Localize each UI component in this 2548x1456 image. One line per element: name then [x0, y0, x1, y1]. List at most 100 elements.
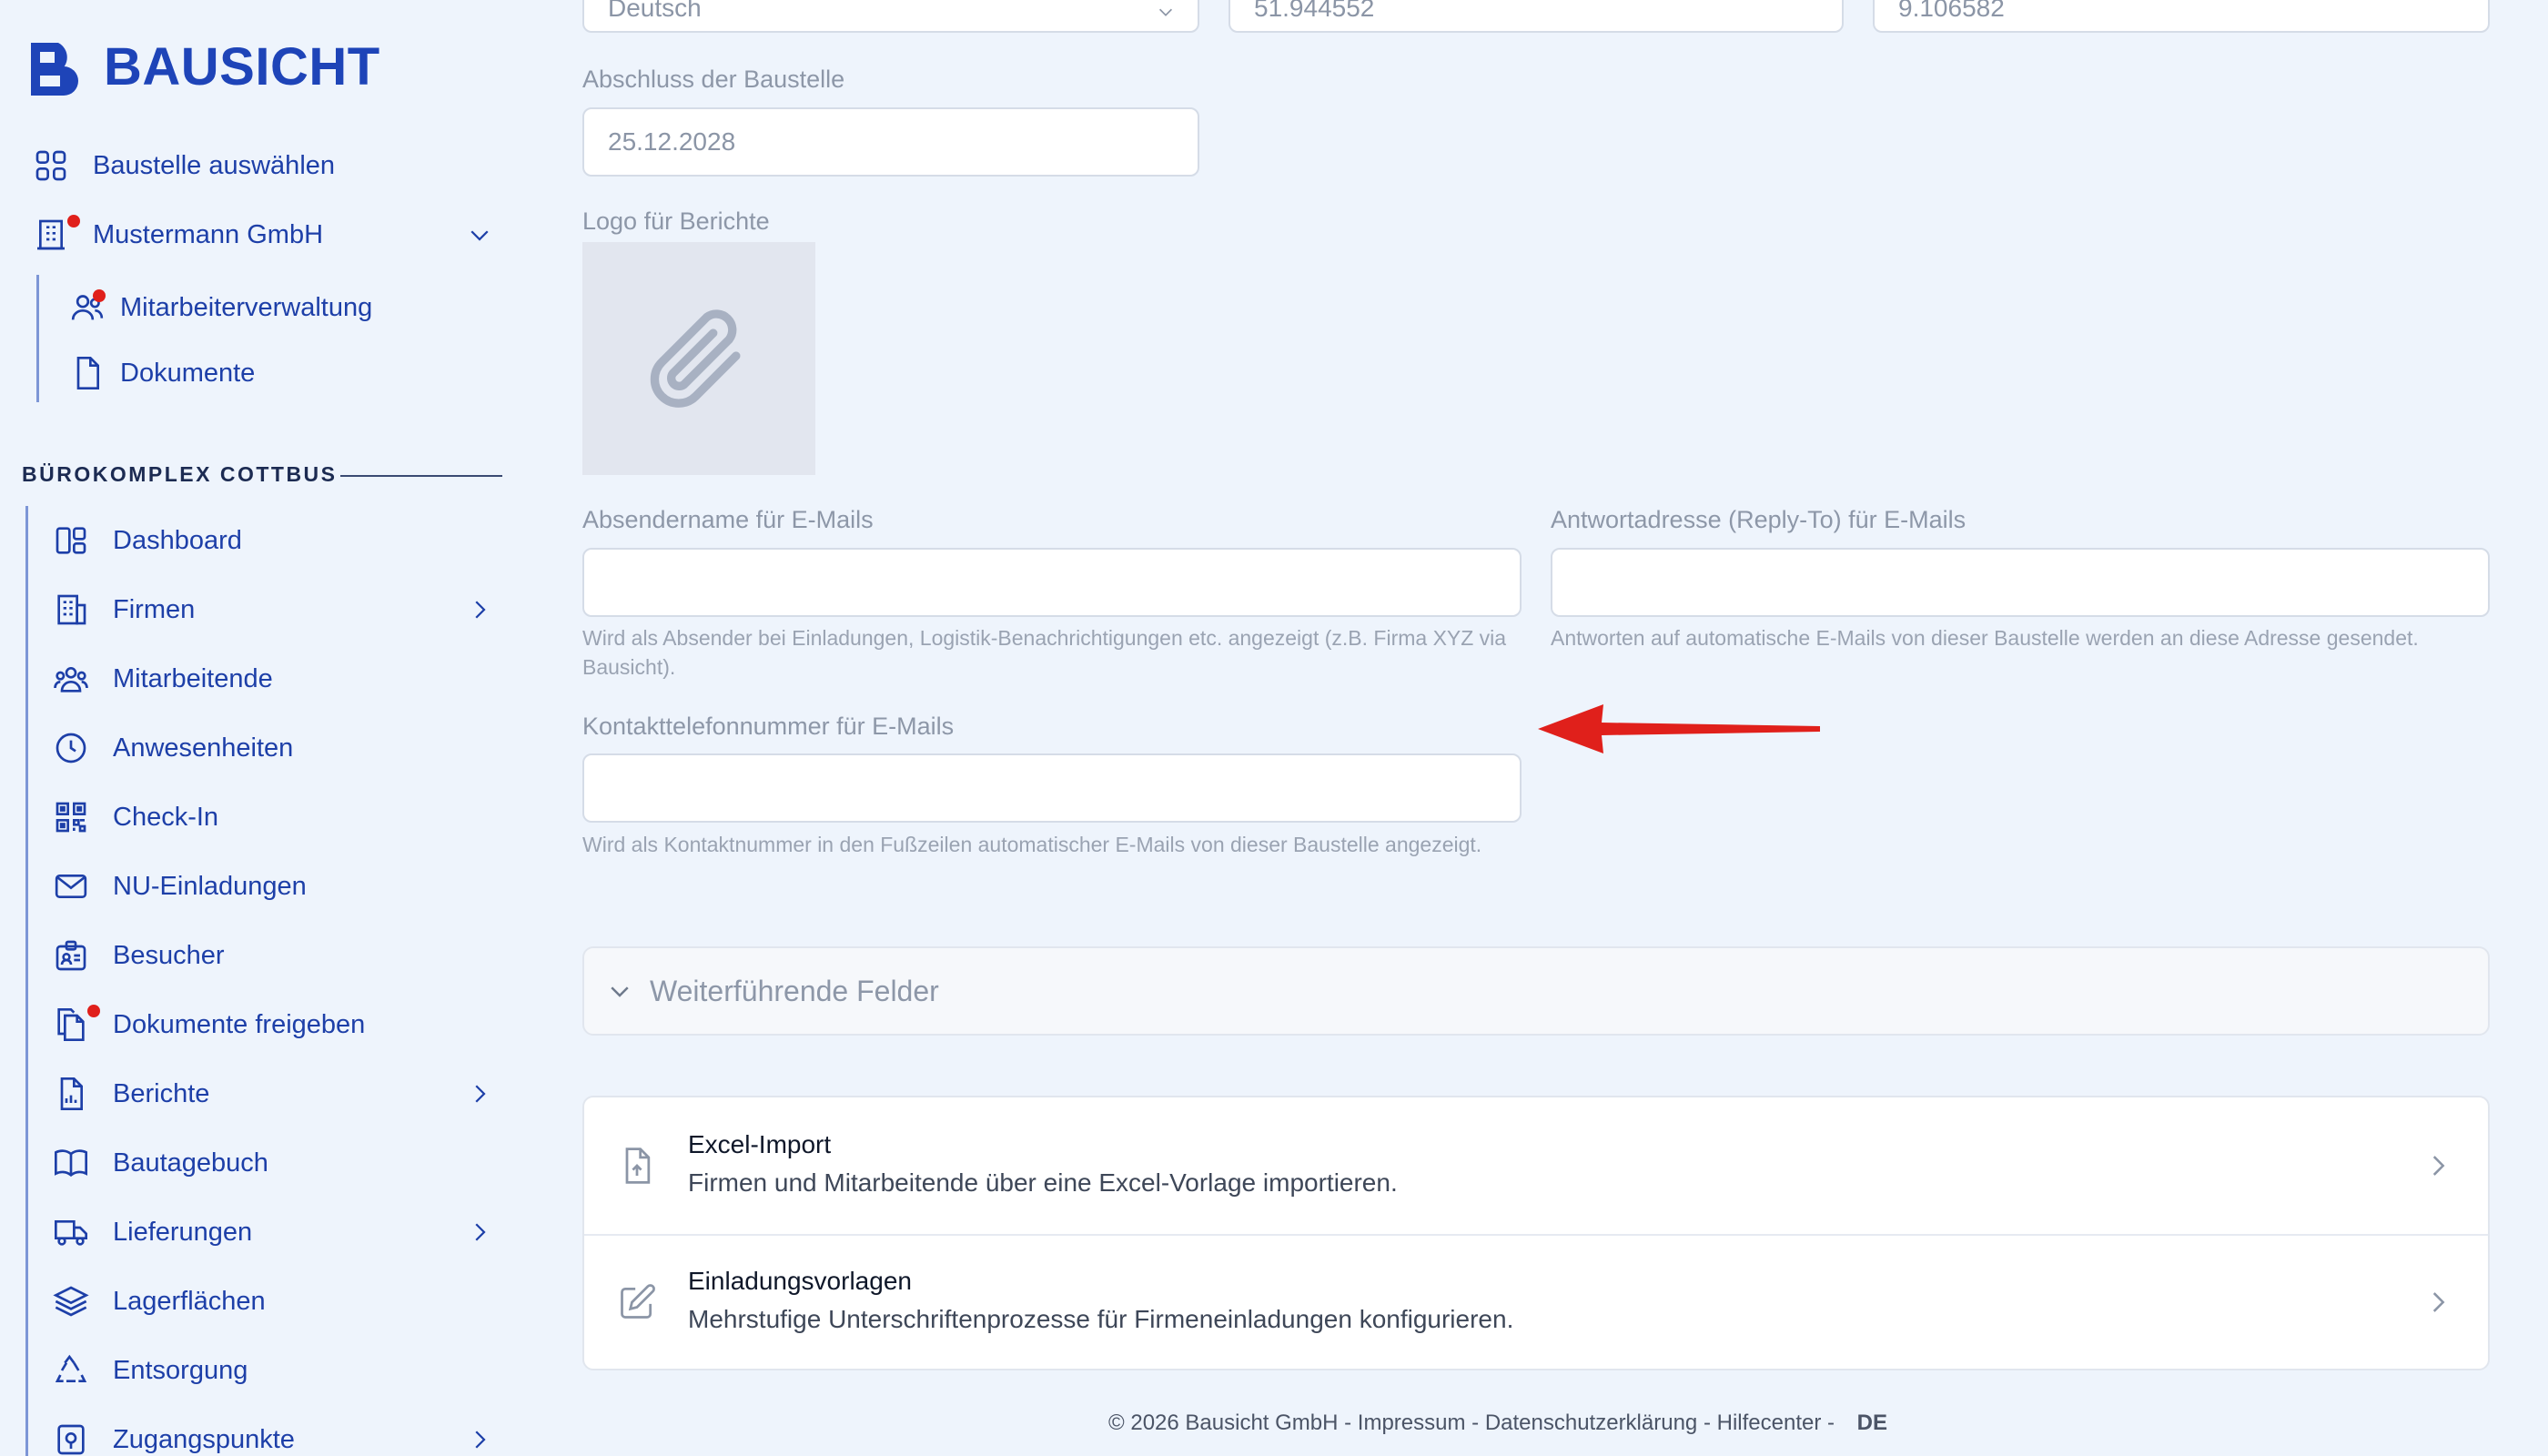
building-icon [51, 590, 91, 630]
contact-phone-label: Kontakttelefonnummer für E-Mails [582, 713, 955, 740]
sidebar-item-berichte[interactable]: Berichte [51, 1068, 209, 1119]
qr-code-icon [51, 797, 91, 837]
sidebar-item-label: Dokumente [120, 358, 256, 388]
sidebar-item-label: Besucher [113, 940, 225, 970]
reply-to-field[interactable] [1551, 548, 2490, 617]
language-select[interactable]: Deutsch [582, 0, 1199, 33]
footer-copyright: © 2026 Bausicht GmbH [1108, 1410, 1339, 1435]
reply-to-helper: Antworten auf automatische E-Mails von d… [1551, 626, 2419, 650]
dashboard-icon [51, 521, 91, 561]
sidebar-item-bautagebuch[interactable]: Bautagebuch [51, 1138, 268, 1188]
latitude-value: 51.944552 [1254, 0, 1375, 22]
completion-date-field[interactable]: 25.12.2028 [582, 107, 1199, 177]
sender-name-field[interactable] [582, 548, 1522, 617]
sidebar-item-mitarbeiterverwaltung[interactable]: Mitarbeiterverwaltung [67, 282, 372, 333]
sidebar-item-entsorgung[interactable]: Entsorgung [51, 1345, 248, 1396]
footer: © 2026 Bausicht GmbH - Impressum - Daten… [1108, 1410, 1887, 1436]
chevron-down-icon [1158, 8, 1173, 16]
document-icon [67, 353, 107, 393]
sidebar-item-firmen[interactable]: Firmen [51, 584, 195, 635]
action-subtitle: Mehrstufige Unterschriftenprozesse für F… [688, 1305, 1514, 1333]
sidebar-item-label: Mitarbeitende [113, 663, 273, 693]
contact-phone-helper: Wird als Kontaktnummer in den Fußzeilen … [582, 833, 1482, 856]
sidebar-item-zugangspunkte[interactable]: Zugangspunkte [51, 1414, 295, 1456]
sidebar-item-label: Mitarbeiterverwaltung [120, 292, 373, 322]
book-icon [51, 1143, 91, 1183]
sidebar-item-company[interactable]: Mustermann GmbH [31, 209, 323, 260]
notification-badge [67, 215, 80, 228]
sidebar-item-lieferungen[interactable]: Lieferungen [51, 1207, 252, 1258]
sidebar-item-baustelle-auswaehlen[interactable]: Baustelle auswählen [31, 140, 335, 191]
accordion-label: Weiterführende Felder [650, 974, 939, 1007]
brand-name: BAUSICHT [104, 37, 380, 96]
notification-badge [93, 289, 106, 302]
completion-label: Abschluss der Baustelle [582, 66, 845, 93]
sender-name-label: Absendername für E-Mails [582, 506, 874, 533]
chevron-right-icon[interactable] [466, 1426, 493, 1453]
sidebar-item-label: Entsorgung [113, 1355, 248, 1385]
completion-date-value: 25.12.2028 [608, 127, 736, 156]
actions-card: Excel-Import Firmen und Mitarbeitende üb… [582, 1096, 2490, 1370]
sidebar-item-label: Dashboard [113, 525, 242, 555]
chevron-right-icon [2432, 1156, 2445, 1176]
sidebar-item-dashboard[interactable]: Dashboard [51, 515, 242, 566]
invitation-templates-row[interactable]: Einladungsvorlagen Mehrstufige Unterschr… [584, 1234, 2488, 1369]
clock-icon [51, 728, 91, 768]
footer-separator: - [1821, 1410, 1841, 1435]
sidebar-item-label: Lieferungen [113, 1217, 253, 1247]
sidebar-item-nu-einladungen[interactable]: NU-Einladungen [51, 861, 307, 912]
report-logo-upload[interactable] [582, 242, 815, 475]
sidebar-item-label: Dokumente freigeben [113, 1009, 366, 1039]
chevron-right-icon[interactable] [466, 1080, 493, 1107]
truck-icon [51, 1212, 91, 1252]
footer-separator: - [1465, 1410, 1485, 1435]
brand-logo[interactable]: BAUSICHT [27, 36, 380, 97]
sidebar-item-lagerflaechen[interactable]: Lagerflächen [51, 1276, 266, 1327]
notification-badge [87, 1005, 100, 1017]
sidebar-item-label: Check-In [113, 802, 219, 832]
excel-import-row[interactable]: Excel-Import Firmen und Mitarbeitende üb… [584, 1097, 2488, 1234]
sidebar-item-label: Mustermann GmbH [93, 219, 324, 249]
footer-separator: - [1697, 1410, 1717, 1435]
users-icon [67, 288, 107, 328]
sidebar-item-label: Firmen [113, 594, 196, 624]
sidebar-item-label: Lagerflächen [113, 1286, 266, 1316]
action-subtitle: Firmen und Mitarbeitende über eine Excel… [688, 1168, 1398, 1197]
sender-name-helper: Wird als Absender bei Einladungen, Logis… [582, 626, 1507, 679]
longitude-field[interactable]: 9.106582 [1873, 0, 2490, 33]
sidebar-item-besucher[interactable]: Besucher [51, 930, 225, 981]
action-title: Excel-Import [688, 1130, 832, 1158]
sidebar: BAUSICHT Baustelle auswählen Mustermann … [0, 0, 528, 1456]
file-upload-icon [625, 1148, 651, 1184]
longitude-value: 9.106582 [1898, 0, 2005, 22]
action-title: Einladungsvorlagen [688, 1267, 912, 1295]
sidebar-item-label: Baustelle auswählen [93, 150, 336, 180]
sidebar-item-check-in[interactable]: Check-In [51, 792, 218, 843]
sidebar-item-label: Bautagebuch [113, 1148, 268, 1178]
chevron-down-icon[interactable] [466, 221, 493, 248]
sidebar-item-dokumente-freigeben[interactable]: Dokumente freigeben [51, 999, 365, 1050]
mail-icon [51, 866, 91, 906]
edit-icon [621, 1284, 655, 1319]
sidebar-item-anwesenheiten[interactable]: Anwesenheiten [51, 723, 293, 774]
footer-link-hilfecenter[interactable]: Hilfecenter [1717, 1410, 1822, 1435]
chevron-right-icon[interactable] [466, 596, 493, 623]
sidebar-item-label: NU-Einladungen [113, 871, 307, 901]
footer-separator: - [1338, 1410, 1358, 1435]
sidebar-item-dokumente[interactable]: Dokumente [67, 348, 255, 399]
contact-phone-field[interactable] [582, 753, 1522, 823]
footer-link-datenschutz[interactable]: Datenschutzerklärung [1485, 1410, 1697, 1435]
language-switch[interactable]: DE [1857, 1410, 1887, 1435]
sidebar-item-label: Berichte [113, 1078, 210, 1108]
documents-icon [51, 1005, 100, 1045]
advanced-fields-accordion[interactable]: Weiterführende Felder [582, 946, 2490, 1036]
chevron-right-icon[interactable] [466, 1218, 493, 1246]
access-point-icon [51, 1420, 91, 1456]
sidebar-item-label: Anwesenheiten [113, 733, 294, 763]
latitude-field[interactable]: 51.944552 [1228, 0, 1844, 33]
language-value: Deutsch [608, 0, 702, 22]
report-icon [51, 1074, 91, 1114]
footer-link-impressum[interactable]: Impressum [1358, 1410, 1466, 1435]
sidebar-item-mitarbeitende[interactable]: Mitarbeitende [51, 653, 273, 704]
report-logo-label: Logo für Berichte [582, 207, 770, 235]
